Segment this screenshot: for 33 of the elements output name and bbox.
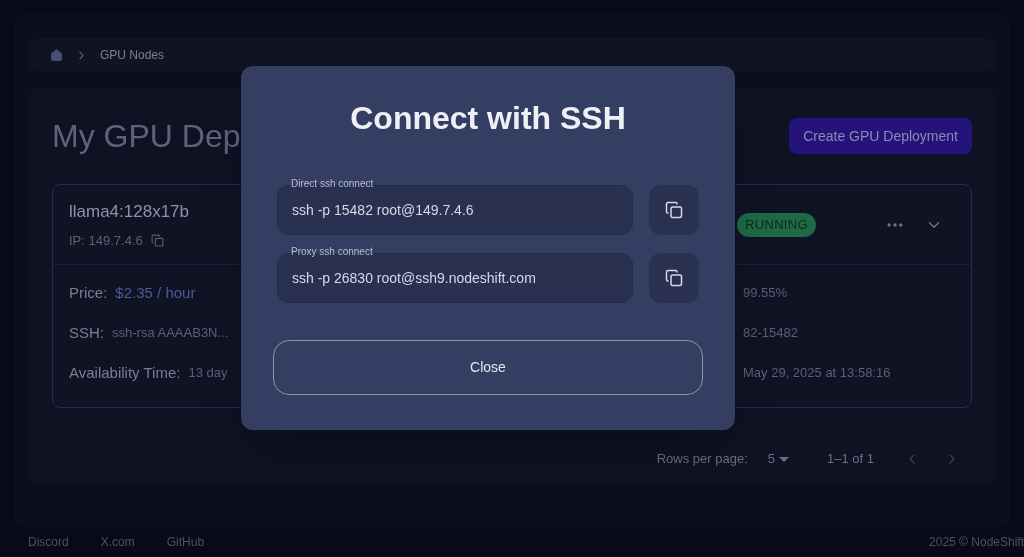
footer-link[interactable]: GitHub xyxy=(166,533,205,551)
copy-icon xyxy=(665,201,683,219)
row-value: $2.35 / hour xyxy=(115,282,196,303)
home-icon[interactable] xyxy=(50,48,63,62)
footer-link[interactable]: Discord xyxy=(28,533,69,551)
field-value: ssh -p 26830 root@ssh9.nodeshift.com xyxy=(292,268,536,288)
copy-button[interactable] xyxy=(649,253,699,303)
footer-link[interactable]: X.com xyxy=(100,533,135,551)
rows-per-page-label: Rows per page: xyxy=(656,450,748,469)
copyright: 2025 © NodeShift xyxy=(929,534,1024,551)
ip-address: IP: 149.7.4.6 xyxy=(69,231,143,250)
caret-down-icon xyxy=(779,456,789,462)
page-range: 1–1 of 1 xyxy=(827,450,874,469)
row-value: ssh-rsa AAAAB3N... xyxy=(112,324,229,343)
create-deployment-button[interactable]: Create GPU Deployment xyxy=(789,118,972,154)
status-badge: RUNNING xyxy=(737,212,816,237)
page-title: My GPU Dep xyxy=(52,120,241,152)
row-value: 13 day xyxy=(188,364,228,383)
copy-icon[interactable] xyxy=(150,233,164,247)
row-value: 82-15482 xyxy=(743,324,798,343)
rows-per-page-select[interactable]: 5 xyxy=(767,449,789,469)
row-value: May 29, 2025 at 13:58:16 xyxy=(743,364,891,383)
dialog-title: Connect with SSH xyxy=(349,102,627,134)
row-label: Price: xyxy=(69,282,108,303)
row-label: Availability Time: xyxy=(69,362,181,383)
row-label: SSH: xyxy=(69,322,104,343)
close-button[interactable]: Close xyxy=(273,340,703,395)
copy-icon xyxy=(665,269,683,287)
field-value: ssh -p 15482 root@149.7.4.6 xyxy=(292,200,474,220)
row-value: 99.55% xyxy=(743,284,788,303)
deployment-name: llama4:128x17b xyxy=(69,201,190,223)
breadcrumb-current[interactable]: GPU Nodes xyxy=(100,46,165,64)
copy-button[interactable] xyxy=(649,185,699,235)
